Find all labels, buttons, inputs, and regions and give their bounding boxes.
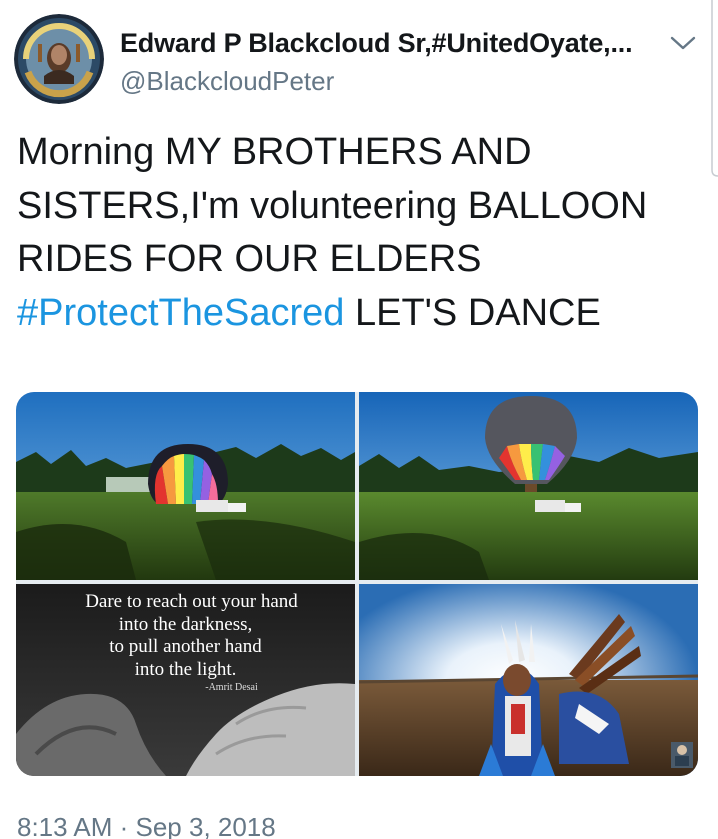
balloon-inflating-photo bbox=[16, 392, 355, 580]
author-display-name[interactable]: Edward P Blackcloud Sr,#UnitedOyate,... bbox=[120, 28, 640, 59]
quote-author: -Amrit Desai bbox=[205, 682, 258, 693]
quote-line: to pull another hand bbox=[109, 636, 262, 657]
tweet-text-line-4: #ProtectTheSacred LET'S DANCE bbox=[17, 287, 707, 341]
avatar[interactable] bbox=[14, 14, 104, 104]
profile-avatar-icon bbox=[14, 14, 104, 104]
balloon-rising-photo bbox=[359, 392, 698, 580]
tweet-text: Morning MY BROTHERS AND SISTERS,I'm volu… bbox=[17, 126, 707, 340]
hashtag-link[interactable]: #ProtectTheSacred bbox=[17, 292, 344, 334]
photo-balloon-rising[interactable] bbox=[359, 392, 698, 580]
quote-line: into the darkness, bbox=[118, 614, 253, 635]
tweet-timestamp[interactable]: 8:13 AM · Sep 3, 2018 bbox=[17, 812, 276, 839]
quote-line: into the light. bbox=[134, 659, 237, 680]
photo-quote-hands[interactable]: Dare to reach out your hand into the dar… bbox=[16, 584, 355, 776]
tweet-text-line: Morning MY BROTHERS AND bbox=[17, 131, 532, 173]
tweet-header: Edward P Blackcloud Sr,#UnitedOyate,... … bbox=[14, 14, 704, 104]
tweet-text-line: RIDES FOR OUR ELDERS bbox=[17, 238, 482, 280]
tweet-menu-button[interactable] bbox=[666, 26, 700, 60]
scrollbar[interactable] bbox=[708, 0, 718, 178]
tweet-text-tail: LET'S DANCE bbox=[344, 291, 601, 334]
photo-dancer[interactable] bbox=[359, 584, 698, 776]
media-grid: Dare to reach out your hand into the dar… bbox=[16, 392, 698, 776]
tweet-text-line: SISTERS,I'm volunteering BALLOON bbox=[17, 184, 648, 227]
chevron-down-icon bbox=[670, 36, 696, 50]
dancer-photo bbox=[359, 584, 698, 776]
tweet: Edward P Blackcloud Sr,#UnitedOyate,... … bbox=[0, 0, 718, 839]
author-handle[interactable]: @BlackcloudPeter bbox=[120, 66, 334, 97]
photo-balloon-inflating[interactable] bbox=[16, 392, 355, 580]
quote-line: Dare to reach out your hand bbox=[85, 591, 298, 612]
